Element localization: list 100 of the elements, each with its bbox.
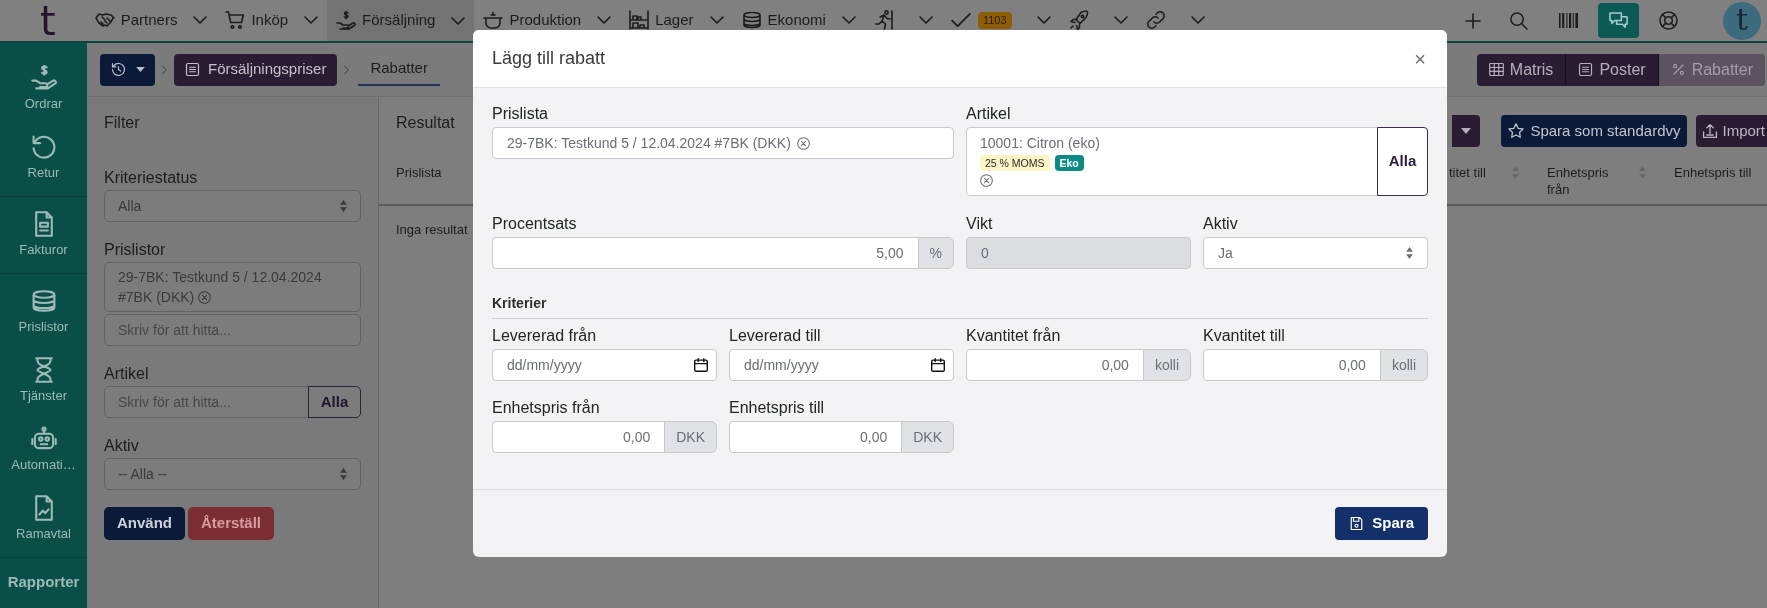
table-grid-icon: [1488, 62, 1504, 77]
field-label: Prislista: [492, 104, 548, 124]
select-field[interactable]: -- Alla --: [104, 458, 361, 490]
breadcrumb-tab[interactable]: Rabatter: [358, 53, 440, 86]
calendar-icon: [931, 358, 945, 372]
sort-arrows-icon: [1406, 247, 1413, 259]
view-tab[interactable]: Poster: [1566, 53, 1659, 86]
number-field[interactable]: 0,00: [1203, 349, 1381, 381]
field-label: Kriteriestatus: [104, 168, 198, 188]
sidebar-item[interactable]: Ordrar: [0, 51, 87, 120]
apply-button[interactable]: Använd: [104, 507, 185, 540]
select-field[interactable]: Alla: [104, 190, 361, 222]
dialog-title: Lägg till rabatt: [492, 47, 606, 70]
clear-icon: [980, 174, 993, 187]
clear-icon: [796, 136, 810, 150]
date-field[interactable]: dd/mm/yyyy: [729, 349, 954, 381]
toolbar-button[interactable]: Import: [1696, 115, 1767, 147]
panel-title: Resultat: [396, 113, 455, 133]
unit-label: DKK: [664, 421, 717, 453]
tag-badge: Eko: [1054, 155, 1084, 171]
nav-menu-item[interactable]: Inköp: [216, 10, 328, 30]
sidebar-item[interactable]: Ramavtal: [0, 481, 87, 550]
field-label: Artikel: [966, 104, 1011, 124]
nav-menu-item[interactable]: Försäljning: [327, 0, 475, 41]
sidebar-item[interactable]: Prislistor: [0, 274, 87, 343]
field-label: Aktiv: [1203, 214, 1238, 234]
hand-coin-icon: [336, 10, 357, 31]
upload-icon: [1702, 123, 1719, 139]
sidebar-item[interactable]: Retur: [0, 120, 87, 189]
toolbar-button[interactable]: Spara som standardvy: [1501, 115, 1688, 147]
field-label: Prislistor: [104, 240, 166, 260]
article-field[interactable]: 10001: Citron (eko) 25 % MOMS Eko: [966, 127, 1378, 196]
column-header[interactable]: Prislista: [396, 164, 442, 181]
reset-button[interactable]: Återställ: [188, 507, 275, 540]
pot-icon: [483, 10, 504, 30]
unit-label: %: [917, 237, 954, 269]
number-field[interactable]: 0,00: [492, 421, 666, 453]
chevron-right-icon: [162, 64, 167, 75]
shelves-icon: [629, 10, 650, 30]
column-header[interactable]: Enhetspris från: [1547, 164, 1617, 198]
avatar[interactable]: t: [1723, 1, 1761, 40]
close-button[interactable]: ×: [1412, 48, 1428, 69]
sidebar-item[interactable]: Rapporter: [0, 558, 87, 591]
rocket-icon: [1068, 10, 1089, 30]
chevron-down-icon: [841, 16, 856, 24]
select-field[interactable]: Ja: [1203, 237, 1428, 269]
unit-label: kolli: [1379, 349, 1428, 381]
search-icon: [1508, 11, 1528, 30]
unit-label: kolli: [1142, 349, 1191, 381]
number-field[interactable]: 0,00: [966, 349, 1144, 381]
percent-icon: [1670, 62, 1686, 77]
chevron-down-icon: [1113, 16, 1128, 24]
all-button[interactable]: Alla: [1377, 127, 1428, 196]
chevron-down-icon: [918, 16, 933, 24]
column-header[interactable]: titet till: [1449, 164, 1486, 181]
tag-select-field[interactable]: 29-7BK: Testkund 5 / 12.04.2024 #7BK (DKK): [104, 262, 361, 312]
field-label: Kvantitet till: [1203, 326, 1285, 346]
lifebuoy-icon: [1658, 11, 1678, 30]
nav-menu-item[interactable]: Lager: [620, 10, 733, 30]
sidebar-item[interactable]: Automati…: [0, 412, 87, 481]
chevron-down-icon: [193, 16, 208, 24]
sort-arrows-icon: [340, 200, 347, 212]
chat-icon: [1608, 11, 1628, 30]
nav-menu-item[interactable]: Partners: [85, 10, 217, 30]
nav-menu-item[interactable]: Produktion: [474, 10, 621, 30]
field-label: Aktiv: [104, 436, 139, 456]
sidebar-item[interactable]: Fakturor: [0, 197, 87, 266]
caret-down-icon: [135, 67, 145, 72]
hand-coin-icon: [30, 65, 57, 91]
count-badge: 1103: [977, 11, 1012, 29]
check-icon: [950, 10, 971, 30]
chat-button[interactable]: [1597, 3, 1639, 38]
view-tab[interactable]: Rabatter: [1658, 53, 1765, 86]
nav-menu-item[interactable]: Ekonomi: [732, 10, 865, 30]
field-label: Vikt: [966, 214, 993, 234]
number-field[interactable]: 5,00: [492, 237, 919, 269]
undo-icon: [30, 134, 57, 160]
column-header[interactable]: Enhetspris till: [1674, 164, 1752, 181]
sidebar-item[interactable]: Tjänster: [0, 343, 87, 412]
logo[interactable]: t: [40, 1, 56, 40]
number-field[interactable]: 0,00: [729, 421, 903, 453]
robot-icon: [30, 426, 57, 452]
panel-title: Filter: [104, 113, 140, 133]
tag-select-field[interactable]: 29-7BK: Testkund 5 / 12.04.2024 #7BK (DKK): [492, 127, 954, 159]
dropdown-button[interactable]: [1452, 115, 1481, 147]
breadcrumb-button[interactable]: Försäljningspriser: [174, 53, 338, 86]
chevron-down-icon: [709, 16, 724, 24]
section-heading: Kriterier: [492, 295, 547, 312]
chevron-down-icon: [451, 16, 466, 25]
chevron-down-icon: [1190, 16, 1205, 24]
save-button[interactable]: Spara: [1335, 507, 1428, 540]
tag-badge: 25 % MOMS: [980, 155, 1050, 171]
history-button[interactable]: [100, 53, 155, 86]
cart-icon: [225, 10, 246, 30]
all-button[interactable]: Alla: [308, 386, 361, 418]
nav-menu-item[interactable]: 1103: [941, 10, 1060, 30]
date-field[interactable]: dd/mm/yyyy: [492, 349, 717, 381]
chevron-down-icon: [1036, 16, 1051, 24]
view-tab[interactable]: Matris: [1476, 53, 1567, 86]
list-icon: [185, 62, 200, 77]
